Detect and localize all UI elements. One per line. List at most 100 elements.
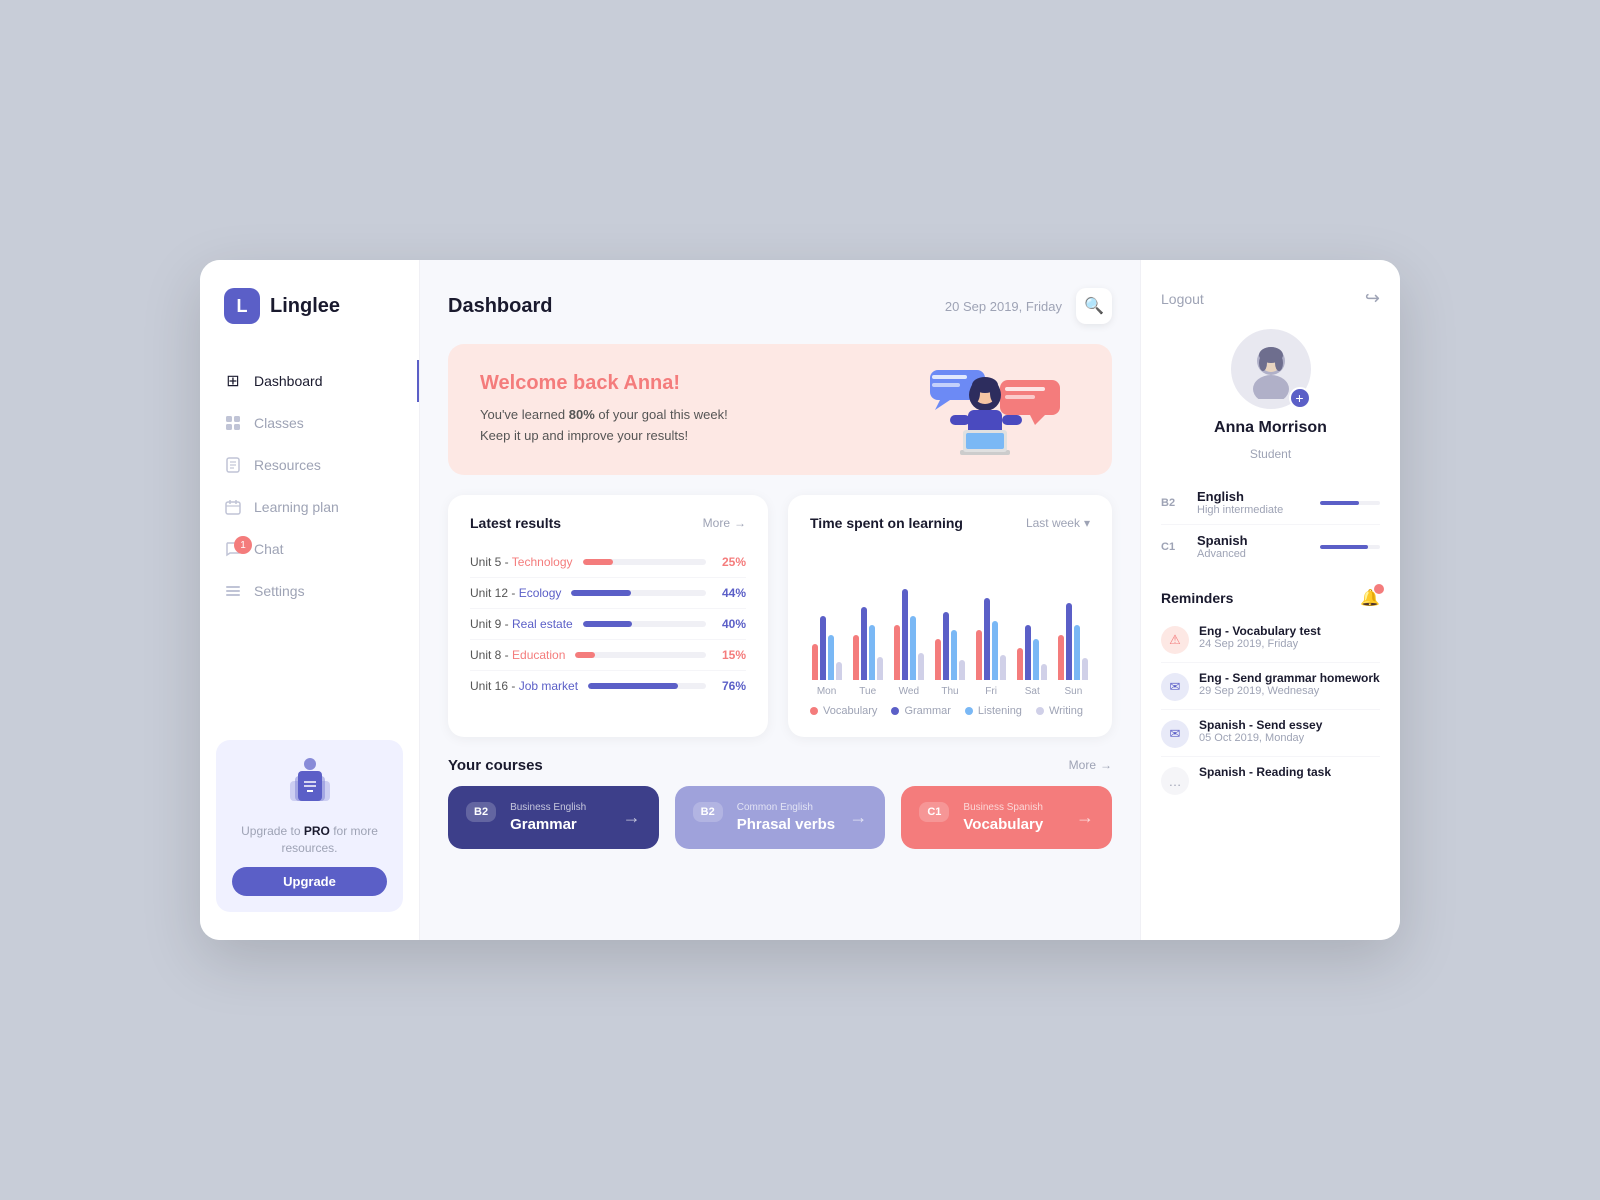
chart-day-column [892,580,925,680]
result-pct: 76% [716,679,746,693]
reminder-item: ✉ Eng - Send grammar homework 29 Sep 201… [1161,663,1380,710]
dashboard-icon: ⊞ [224,372,242,390]
search-button[interactable]: 🔍 [1076,288,1112,324]
reminder-item: ✉ Spanish - Send essey 05 Oct 2019, Mond… [1161,710,1380,757]
results-card-header: Latest results More → [470,515,746,531]
results-list: Unit 5 - Technology 25% Unit 12 - Ecolog… [470,547,746,701]
sidebar-item-dashboard[interactable]: ⊞ Dashboard [200,360,419,402]
logo-area: L Linglee [200,288,419,324]
legend-label: Vocabulary [823,705,877,717]
sidebar-item-label: Chat [254,541,284,557]
profile-area: + Anna Morrison Student [1161,329,1380,461]
chart-bar [935,639,941,680]
legend-dot [810,707,818,715]
chart-bar [1066,603,1072,680]
main-content: Dashboard 20 Sep 2019, Friday 🔍 Welcome … [420,260,1140,940]
reminder-date: 24 Sep 2019, Friday [1199,638,1380,650]
course-arrow-icon: → [623,807,641,828]
chart-bar [902,589,908,680]
course-badge: B2 [466,802,496,822]
lang-bar-fill [1320,545,1368,549]
reminder-bell-button[interactable]: 🔔 [1360,588,1380,608]
chart-day-label: Sun [1057,686,1090,697]
reminders-section: Reminders 🔔 ⚠ Eng - Vocabulary test 24 S… [1161,588,1380,803]
course-arrow-icon: → [1076,807,1094,828]
sidebar-item-chat[interactable]: Chat 1 [200,528,419,570]
chart-bar [943,612,949,680]
welcome-banner: Welcome back Anna! You've learned 80% of… [448,344,1112,475]
course-card[interactable]: C1 Business Spanish Vocabulary → [901,786,1112,849]
chart-bar [877,657,883,680]
chart-day-column [1057,580,1090,680]
classes-icon [224,414,242,432]
course-category: Business English [510,802,609,813]
chart-bar [1017,648,1023,680]
upgrade-button[interactable]: Upgrade [232,867,387,896]
avatar-plus-button[interactable]: + [1289,387,1311,409]
course-category: Common English [737,802,836,813]
result-item: Unit 16 - Job market 76% [470,671,746,701]
lang-info: English High intermediate [1197,489,1308,516]
lang-level-badge: C1 [1161,541,1185,553]
chat-badge: 1 [234,536,252,554]
result-pct: 44% [716,586,746,600]
chart-bar [1025,625,1031,680]
result-unit: Unit 8 - Education [470,648,565,662]
result-pct: 25% [716,555,746,569]
top-bar: Dashboard 20 Sep 2019, Friday 🔍 [448,288,1112,324]
logout-icon[interactable]: ↪ [1365,288,1380,309]
chart-day-column [851,580,884,680]
courses-header: Your courses More → [448,757,1112,774]
course-card[interactable]: B2 Business English Grammar → [448,786,659,849]
course-card[interactable]: B2 Common English Phrasal verbs → [675,786,886,849]
courses-title: Your courses [448,757,543,774]
results-more-button[interactable]: More → [703,516,746,530]
reminder-title: Spanish - Reading task [1199,765,1380,779]
languages-list: B2 English High intermediate C1 Spanish … [1161,481,1380,568]
chart-day-label: Thu [933,686,966,697]
chart-bar [1082,658,1088,680]
reminder-content: Spanish - Reading task [1199,765,1380,779]
result-item: Unit 8 - Education 15% [470,640,746,671]
sidebar-item-learning-plan[interactable]: Learning plan [200,486,419,528]
course-badge: C1 [919,802,949,822]
chart-title: Time spent on learning [810,515,963,531]
reminders-title: Reminders [1161,590,1233,606]
sidebar-item-label: Learning plan [254,499,339,515]
welcome-illustration [880,365,1080,475]
sidebar-item-label: Classes [254,415,304,431]
legend-label: Writing [1049,705,1083,717]
chart-bar [984,598,990,680]
chart-day-column [975,580,1008,680]
course-info: Business Spanish Vocabulary [963,802,1062,833]
lang-progress-bar [1320,545,1380,549]
courses-more-button[interactable]: More → [1069,758,1112,772]
chart-day-label: Sat [1016,686,1049,697]
upgrade-text: Upgrade to PRO for more resources. [232,823,387,857]
result-unit: Unit 16 - Job market [470,679,578,693]
lang-level-badge: B2 [1161,497,1185,509]
chart-bar [894,625,900,680]
reminder-date: 29 Sep 2019, Wednesay [1199,685,1380,697]
logout-area: Logout ↪ [1161,288,1380,309]
chart-bar [836,662,842,680]
sidebar-item-classes[interactable]: Classes [200,402,419,444]
chart-day-label: Fri [975,686,1008,697]
logout-label[interactable]: Logout [1161,291,1204,307]
sidebar-item-settings[interactable]: Settings [200,570,419,612]
legend-label: Grammar [904,705,950,717]
chart-day-label: Wed [892,686,925,697]
reminder-title: Eng - Vocabulary test [1199,624,1380,638]
chart-bar [828,635,834,680]
course-info: Common English Phrasal verbs [737,802,836,833]
chart-container: MonTueWedThuFriSatSun [810,547,1090,697]
chart-filter-button[interactable]: Last week ▾ [1026,516,1090,530]
reminder-title: Spanish - Send essey [1199,718,1380,732]
reminder-icon: ✉ [1161,720,1189,748]
result-unit: Unit 12 - Ecology [470,586,561,600]
page-title: Dashboard [448,295,552,318]
sidebar-item-resources[interactable]: Resources [200,444,419,486]
time-chart-card: Time spent on learning Last week ▾ MonTu… [788,495,1112,737]
chart-bar [951,630,957,680]
sidebar-item-label: Resources [254,457,321,473]
